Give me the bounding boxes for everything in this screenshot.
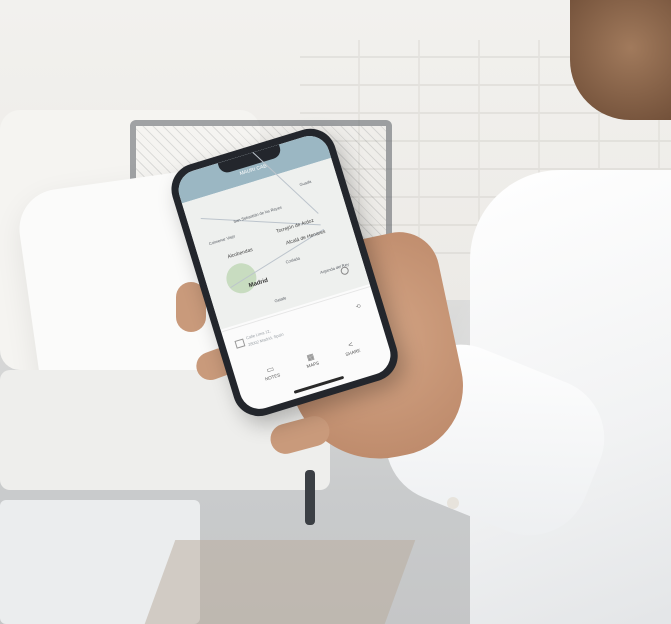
photo-scene: MAURI CAB Guada San Sebastián de los Rey… <box>0 0 671 624</box>
calendar-icon <box>234 338 246 349</box>
map-label: Colmenar Viejo <box>208 233 236 247</box>
share-button[interactable]: < SHARE <box>330 335 373 361</box>
map-label: Guada <box>298 178 312 188</box>
cuff-button <box>447 497 459 509</box>
map-label: Alcalá de Henares <box>285 228 327 247</box>
notes-button[interactable]: ▭ NOTES <box>250 359 293 385</box>
park-area <box>222 259 261 298</box>
rug <box>144 540 416 624</box>
map-label: Alcobendas <box>226 246 254 261</box>
locate-icon[interactable] <box>339 265 350 276</box>
map-label: Getafe <box>273 295 287 304</box>
maps-button[interactable]: ▦ MAPS <box>290 347 333 373</box>
map-label: Coslada <box>284 255 301 265</box>
share-small-icon[interactable]: ⟲ <box>355 303 362 311</box>
chair-leg <box>305 470 315 525</box>
